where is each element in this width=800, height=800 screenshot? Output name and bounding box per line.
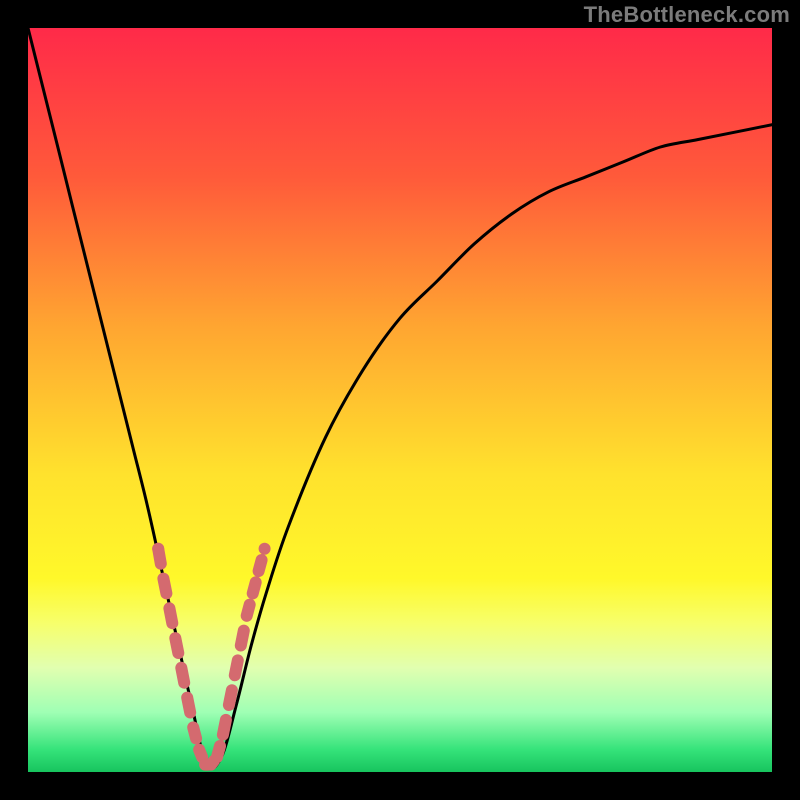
marker-pill <box>193 727 196 738</box>
marker-pill <box>169 608 172 623</box>
watermark-text: TheBottleneck.com <box>584 2 790 28</box>
near-optimal-markers <box>152 543 270 765</box>
chart-svg <box>28 28 772 772</box>
marker-pill <box>163 579 166 594</box>
marker-pill <box>217 746 220 757</box>
bottleneck-curve <box>28 28 772 769</box>
marker-pill <box>199 750 202 757</box>
marker-pill <box>175 638 178 653</box>
marker-pill <box>187 698 190 713</box>
marker-endcap <box>259 543 271 555</box>
plot-area <box>28 28 772 772</box>
marker-pill <box>241 631 244 646</box>
marker-pill <box>259 560 262 571</box>
marker-pill <box>247 605 250 616</box>
marker-endcap <box>152 543 164 555</box>
marker-pill <box>223 720 226 735</box>
outer-frame: TheBottleneck.com <box>0 0 800 800</box>
marker-pill <box>235 660 238 675</box>
marker-pill <box>181 668 184 683</box>
marker-pill <box>253 582 256 593</box>
marker-pill <box>229 690 232 705</box>
